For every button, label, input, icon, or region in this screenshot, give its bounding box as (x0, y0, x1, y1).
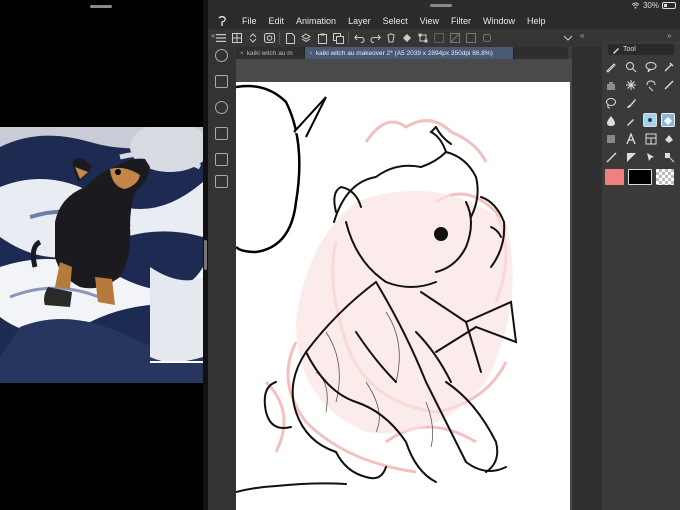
pencil-tool-icon[interactable] (624, 114, 638, 128)
selection-layer-icon[interactable] (464, 31, 478, 45)
split-divider-handle[interactable] (204, 240, 207, 270)
zoom-tool-icon[interactable] (624, 60, 638, 74)
collapse-palette-icon[interactable]: » (667, 31, 671, 40)
menu-edit[interactable]: Edit (263, 16, 291, 26)
rotate-tool-icon[interactable] (644, 78, 658, 92)
close-icon[interactable]: × (309, 50, 313, 57)
screen: 30% File Edit Animation Layer Select Vie… (0, 0, 680, 510)
grid-icon[interactable] (230, 31, 244, 45)
fill-tool-icon[interactable] (604, 114, 618, 128)
hand-tool-icon[interactable] (604, 78, 618, 92)
material-icon[interactable] (215, 153, 228, 166)
tab-document-1[interactable]: × kaiki witch au m (236, 47, 305, 59)
tab-label: kaiki witch au m (246, 49, 293, 57)
sub-view-icon[interactable] (215, 127, 228, 140)
redo-icon[interactable] (368, 31, 382, 45)
canvas-area[interactable] (236, 59, 572, 510)
pen-tool-icon[interactable] (604, 60, 618, 74)
ruler-tool-icon[interactable] (624, 150, 638, 164)
menu-file[interactable]: File (236, 16, 263, 26)
collapse-right-icon[interactable]: « (580, 31, 584, 40)
text-tool-icon[interactable] (624, 132, 638, 146)
close-icon[interactable]: × (240, 50, 244, 57)
battery-icon (662, 2, 676, 9)
chevron-updown-icon[interactable] (246, 31, 260, 45)
document-tabs: × kaiki witch au m × kaiki witch au make… (236, 47, 568, 59)
toolbar-separator (348, 32, 349, 44)
brush-tab-icon (613, 47, 619, 54)
palette-tab-label: Tool (623, 46, 636, 53)
menu-animation[interactable]: Animation (290, 16, 342, 26)
gradient-fill-tool-icon[interactable] (662, 132, 676, 146)
sub-color-swatch[interactable] (628, 169, 652, 185)
menu-hamburger-icon[interactable] (214, 31, 228, 45)
color-circle-icon[interactable] (215, 101, 228, 114)
panel-gutter (572, 47, 602, 510)
menu-select[interactable]: Select (377, 16, 414, 26)
tool-palette-tab[interactable]: Tool (608, 44, 674, 55)
lasso-tool-icon[interactable] (604, 96, 618, 110)
blend-tool-icon[interactable] (643, 113, 657, 127)
drawing-canvas[interactable] (236, 82, 570, 510)
left-panel-strip (208, 47, 236, 510)
undo-icon[interactable] (352, 31, 366, 45)
collapse-left-icon[interactable]: « (211, 31, 215, 40)
operation-tool-icon[interactable] (644, 150, 658, 164)
menu-bar: File Edit Animation Layer Select View Fi… (208, 12, 680, 29)
clear-icon[interactable] (384, 31, 398, 45)
toolbar-separator (279, 32, 280, 44)
toolbar-expand-chevron-icon[interactable] (561, 31, 575, 45)
status-bar: 30% (208, 0, 680, 12)
auto-select-tool-icon[interactable] (624, 78, 638, 92)
layer-property-icon[interactable] (215, 75, 228, 88)
navigator-icon[interactable] (215, 49, 228, 62)
line-tool-icon[interactable] (604, 150, 618, 164)
paste-icon[interactable] (315, 31, 329, 45)
menu-filter[interactable]: Filter (445, 16, 477, 26)
speech-balloon-tool-icon[interactable] (644, 60, 658, 74)
drawing-app: 30% File Edit Animation Layer Select Vie… (208, 0, 680, 510)
eraser-tool-icon[interactable] (661, 113, 675, 127)
tab-label: kaiki witch au makeover 2* (A5 2039 x 28… (315, 49, 493, 57)
show-selection-icon[interactable] (480, 31, 494, 45)
layer-stack-icon[interactable] (299, 31, 313, 45)
deselect-icon[interactable] (432, 31, 446, 45)
reference-pane (0, 0, 203, 510)
transform-icon[interactable] (416, 31, 430, 45)
menu-layer[interactable]: Layer (342, 16, 377, 26)
menu-help[interactable]: Help (521, 16, 552, 26)
multitask-grabber[interactable] (90, 5, 112, 8)
snapshot-icon[interactable] (262, 31, 276, 45)
battery-level (664, 4, 667, 7)
status-indicators: 30% (631, 1, 676, 10)
new-file-icon[interactable] (283, 31, 297, 45)
invert-selection-icon[interactable] (448, 31, 462, 45)
menu-window[interactable]: Window (477, 16, 521, 26)
multitask-grabber-top[interactable] (430, 4, 452, 7)
layer-list-icon[interactable] (215, 175, 228, 188)
fill-icon[interactable] (400, 31, 414, 45)
reference-dog-photo (0, 127, 203, 383)
frame-tool-icon[interactable] (644, 132, 658, 146)
copy-icon[interactable] (331, 31, 345, 45)
eyedropper-tool-icon[interactable] (662, 60, 676, 74)
tool-palette: Tool (602, 41, 680, 510)
app-logo-icon[interactable] (208, 12, 236, 29)
fill-bucket-tool-icon[interactable] (604, 132, 618, 146)
tab-document-2[interactable]: × kaiki witch au makeover 2* (A5 2039 x … (305, 47, 514, 59)
main-color-swatch[interactable] (605, 169, 624, 185)
transparent-color-swatch[interactable] (656, 169, 674, 185)
menu-view[interactable]: View (414, 16, 445, 26)
vector-eraser-tool-icon[interactable] (662, 78, 676, 92)
correction-tool-icon[interactable] (662, 150, 676, 164)
brush-tool-icon[interactable] (624, 96, 638, 110)
wifi-icon (631, 2, 640, 9)
battery-percent: 30% (642, 1, 659, 10)
